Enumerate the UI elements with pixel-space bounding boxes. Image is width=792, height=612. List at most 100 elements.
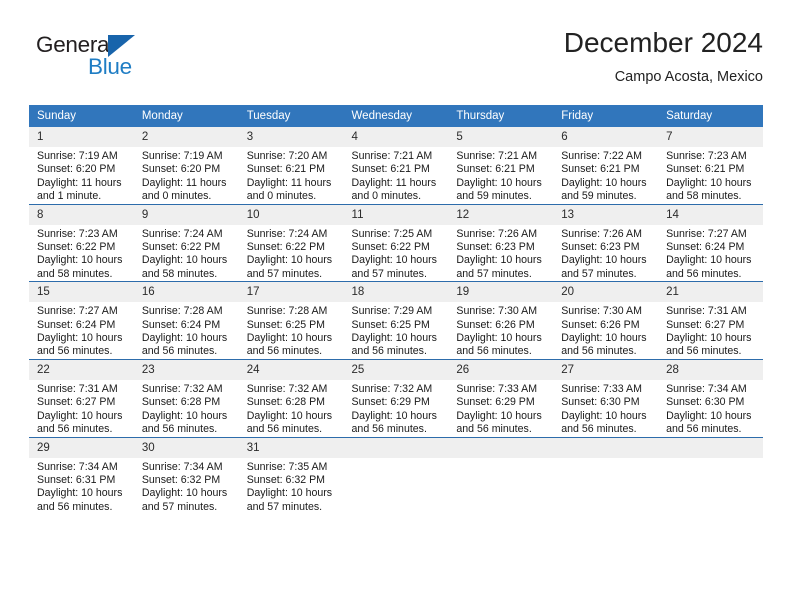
day-number: 10 bbox=[238, 204, 344, 225]
calendar-day-cell[interactable]: 18 Sunrise: 7:29 AM Sunset: 6:25 PM Dayligh… bbox=[343, 281, 449, 360]
day-details: Sunrise: 7:34 AM Sunset: 6:32 PM Daylight:… bbox=[134, 458, 239, 515]
daylight-duration-line1: Daylight: 10 hours bbox=[666, 254, 752, 267]
sunset-time: Sunset: 6:23 PM bbox=[561, 241, 640, 254]
calendar-day-cell[interactable]: 15 Sunrise: 7:27 AM Sunset: 6:24 PM Dayligh… bbox=[29, 281, 134, 360]
day-number: 23 bbox=[133, 359, 239, 380]
calendar-day-cell[interactable]: 6 Sunrise: 7:22 AM Sunset: 6:21 PM Daylight… bbox=[553, 127, 659, 204]
daylight-duration-line2: and 59 minutes. bbox=[561, 190, 637, 203]
day-cell-inner: 10 Sunrise: 7:24 AM Sunset: 6:22 PM Dayligh… bbox=[238, 204, 344, 282]
day-number: 3 bbox=[238, 127, 344, 147]
daylight-duration-line2: and 56 minutes. bbox=[666, 267, 742, 280]
calendar-day-cell[interactable]: 12 Sunrise: 7:26 AM Sunset: 6:23 PM Dayligh… bbox=[448, 203, 554, 282]
sunset-time: Sunset: 6:26 PM bbox=[561, 318, 640, 331]
day-number: 21 bbox=[658, 282, 763, 303]
calendar-day-cell[interactable]: 5 Sunrise: 7:21 AM Sunset: 6:21 PM Daylight… bbox=[448, 127, 554, 204]
day-details: Sunrise: 7:21 AM Sunset: 6:21 PM Daylight:… bbox=[344, 147, 449, 204]
day-details: Sunrise: 7:32 AM Sunset: 6:29 PM Daylight:… bbox=[344, 380, 449, 437]
sunset-time: Sunset: 6:25 PM bbox=[351, 318, 430, 331]
day-details: Sunrise: 7:33 AM Sunset: 6:30 PM Daylight:… bbox=[553, 380, 658, 437]
calendar-day-cell[interactable]: 2 Sunrise: 7:19 AM Sunset: 6:20 PM Daylight… bbox=[133, 127, 239, 204]
calendar-day-cell[interactable]: 11 Sunrise: 7:25 AM Sunset: 6:22 PM Dayligh… bbox=[343, 203, 449, 282]
sunrise-time: Sunrise: 7:22 AM bbox=[561, 150, 642, 162]
day-cell-inner: 13 Sunrise: 7:26 AM Sunset: 6:23 PM Dayligh… bbox=[553, 204, 659, 282]
calendar-day-cell[interactable]: 9 Sunrise: 7:24 AM Sunset: 6:22 PM Daylight… bbox=[133, 203, 239, 282]
weekday-header-thursday: Thursday bbox=[448, 105, 554, 127]
day-number: 31 bbox=[238, 437, 344, 458]
calendar-day-cell[interactable]: 27 Sunrise: 7:33 AM Sunset: 6:30 PM Dayligh… bbox=[553, 358, 659, 437]
day-number: 27 bbox=[553, 359, 659, 380]
calendar-day-cell-empty bbox=[448, 436, 554, 515]
general-blue-logo[interactable]: General Blue bbox=[29, 32, 229, 88]
calendar-day-cell[interactable]: 31 Sunrise: 7:35 AM Sunset: 6:32 PM Dayligh… bbox=[238, 436, 344, 515]
day-number: 9 bbox=[133, 204, 239, 225]
day-cell-inner: 31 Sunrise: 7:35 AM Sunset: 6:32 PM Dayligh… bbox=[238, 437, 344, 515]
calendar-day-cell[interactable]: 10 Sunrise: 7:24 AM Sunset: 6:22 PM Dayligh… bbox=[238, 203, 344, 282]
sunset-time: Sunset: 6:31 PM bbox=[37, 473, 116, 486]
daylight-duration-line2: and 56 minutes. bbox=[37, 345, 113, 358]
day-number: 29 bbox=[29, 437, 134, 458]
day-number bbox=[553, 437, 659, 458]
sunrise-time: Sunrise: 7:24 AM bbox=[141, 227, 223, 240]
daylight-duration-line2: and 57 minutes. bbox=[561, 267, 637, 280]
calendar-day-cell[interactable]: 8 Sunrise: 7:23 AM Sunset: 6:22 PM Daylight… bbox=[29, 203, 134, 282]
calendar-day-cell[interactable]: 1 Sunrise: 7:19 AM Sunset: 6:20 PM Daylight… bbox=[29, 127, 134, 204]
daylight-duration-line2: and 57 minutes. bbox=[351, 267, 427, 280]
page-header: General Blue December 2024 Campo Acosta,… bbox=[29, 26, 763, 98]
day-cell-inner bbox=[343, 437, 449, 515]
calendar-day-cell[interactable]: 4 Sunrise: 7:21 AM Sunset: 6:21 PM Daylight… bbox=[343, 127, 449, 204]
calendar-day-cell[interactable]: 26 Sunrise: 7:33 AM Sunset: 6:29 PM Dayligh… bbox=[448, 358, 554, 437]
calendar-day-cell[interactable]: 7 Sunrise: 7:23 AM Sunset: 6:21 PM Daylight… bbox=[658, 127, 763, 204]
calendar-day-cell[interactable]: 23 Sunrise: 7:32 AM Sunset: 6:28 PM Dayligh… bbox=[133, 358, 239, 437]
sunset-time: Sunset: 6:22 PM bbox=[141, 241, 221, 254]
calendar-day-cell[interactable]: 13 Sunrise: 7:26 AM Sunset: 6:23 PM Dayligh… bbox=[553, 203, 659, 282]
day-number: 18 bbox=[343, 282, 449, 303]
calendar-day-cell-empty bbox=[658, 436, 763, 515]
calendar-day-cell[interactable]: 19 Sunrise: 7:30 AM Sunset: 6:26 PM Dayligh… bbox=[448, 281, 554, 360]
calendar-day-cell[interactable]: 30 Sunrise: 7:34 AM Sunset: 6:32 PM Dayligh… bbox=[133, 436, 239, 515]
sunset-time: Sunset: 6:30 PM bbox=[561, 396, 640, 409]
daylight-duration-line1: Daylight: 11 hours bbox=[37, 176, 122, 189]
day-details: Sunrise: 7:26 AM Sunset: 6:23 PM Daylight:… bbox=[553, 225, 658, 282]
sunset-time: Sunset: 6:32 PM bbox=[246, 473, 326, 486]
calendar-day-cell[interactable]: 25 Sunrise: 7:32 AM Sunset: 6:29 PM Dayligh… bbox=[343, 358, 449, 437]
calendar-day-cell[interactable]: 3 Sunrise: 7:20 AM Sunset: 6:21 PM Daylight… bbox=[238, 127, 344, 204]
daylight-duration-line1: Daylight: 10 hours bbox=[456, 409, 542, 422]
calendar-day-cell[interactable]: 16 Sunrise: 7:28 AM Sunset: 6:24 PM Dayligh… bbox=[133, 281, 239, 360]
day-details: Sunrise: 7:34 AM Sunset: 6:31 PM Daylight:… bbox=[29, 458, 134, 515]
daylight-duration-line1: Daylight: 10 hours bbox=[666, 176, 752, 189]
day-number: 13 bbox=[553, 204, 659, 225]
calendar-day-cell[interactable]: 17 Sunrise: 7:28 AM Sunset: 6:25 PM Dayligh… bbox=[238, 281, 344, 360]
daylight-duration-line1: Daylight: 10 hours bbox=[666, 332, 752, 345]
day-number bbox=[658, 437, 763, 458]
day-cell-inner: 7 Sunrise: 7:23 AM Sunset: 6:21 PM Daylight… bbox=[658, 127, 763, 204]
weekday-header-monday: Monday bbox=[133, 105, 239, 127]
calendar-day-cell[interactable]: 22 Sunrise: 7:31 AM Sunset: 6:27 PM Dayligh… bbox=[29, 358, 134, 437]
daylight-duration-line2: and 56 minutes. bbox=[456, 345, 532, 358]
day-details bbox=[553, 458, 658, 461]
sunset-time: Sunset: 6:26 PM bbox=[456, 318, 535, 331]
daylight-duration-line1: Daylight: 10 hours bbox=[561, 332, 647, 345]
calendar-day-cell[interactable]: 21 Sunrise: 7:31 AM Sunset: 6:27 PM Dayligh… bbox=[658, 281, 763, 360]
day-number bbox=[343, 437, 449, 458]
sunset-time: Sunset: 6:30 PM bbox=[666, 396, 745, 409]
daylight-duration-line1: Daylight: 10 hours bbox=[351, 254, 437, 267]
daylight-duration-line1: Daylight: 10 hours bbox=[561, 254, 647, 267]
calendar-day-cell[interactable]: 28 Sunrise: 7:34 AM Sunset: 6:30 PM Dayligh… bbox=[658, 358, 763, 437]
daylight-duration-line1: Daylight: 10 hours bbox=[141, 409, 228, 422]
day-details: Sunrise: 7:32 AM Sunset: 6:28 PM Daylight:… bbox=[134, 380, 239, 437]
daylight-duration-line2: and 56 minutes. bbox=[561, 345, 637, 358]
day-details: Sunrise: 7:22 AM Sunset: 6:21 PM Daylight:… bbox=[553, 147, 658, 204]
sunset-time: Sunset: 6:24 PM bbox=[141, 318, 221, 331]
calendar-week-row: 22 Sunrise: 7:31 AM Sunset: 6:27 PM Dayligh… bbox=[29, 358, 763, 437]
daylight-duration-line2: and 0 minutes. bbox=[141, 190, 212, 203]
calendar-day-cell[interactable]: 29 Sunrise: 7:34 AM Sunset: 6:31 PM Dayligh… bbox=[29, 436, 134, 515]
day-cell-inner: 8 Sunrise: 7:23 AM Sunset: 6:22 PM Daylight… bbox=[29, 204, 134, 282]
day-details: Sunrise: 7:34 AM Sunset: 6:30 PM Daylight:… bbox=[658, 380, 763, 437]
daylight-duration-line2: and 56 minutes. bbox=[351, 345, 427, 358]
calendar-day-cell[interactable]: 14 Sunrise: 7:27 AM Sunset: 6:24 PM Dayligh… bbox=[658, 203, 763, 282]
day-number: 14 bbox=[658, 204, 763, 225]
calendar-day-cell[interactable]: 24 Sunrise: 7:32 AM Sunset: 6:28 PM Dayligh… bbox=[238, 358, 344, 437]
day-number: 20 bbox=[553, 282, 659, 303]
day-number: 8 bbox=[29, 204, 134, 225]
calendar-day-cell[interactable]: 20 Sunrise: 7:30 AM Sunset: 6:26 PM Dayligh… bbox=[553, 281, 659, 360]
